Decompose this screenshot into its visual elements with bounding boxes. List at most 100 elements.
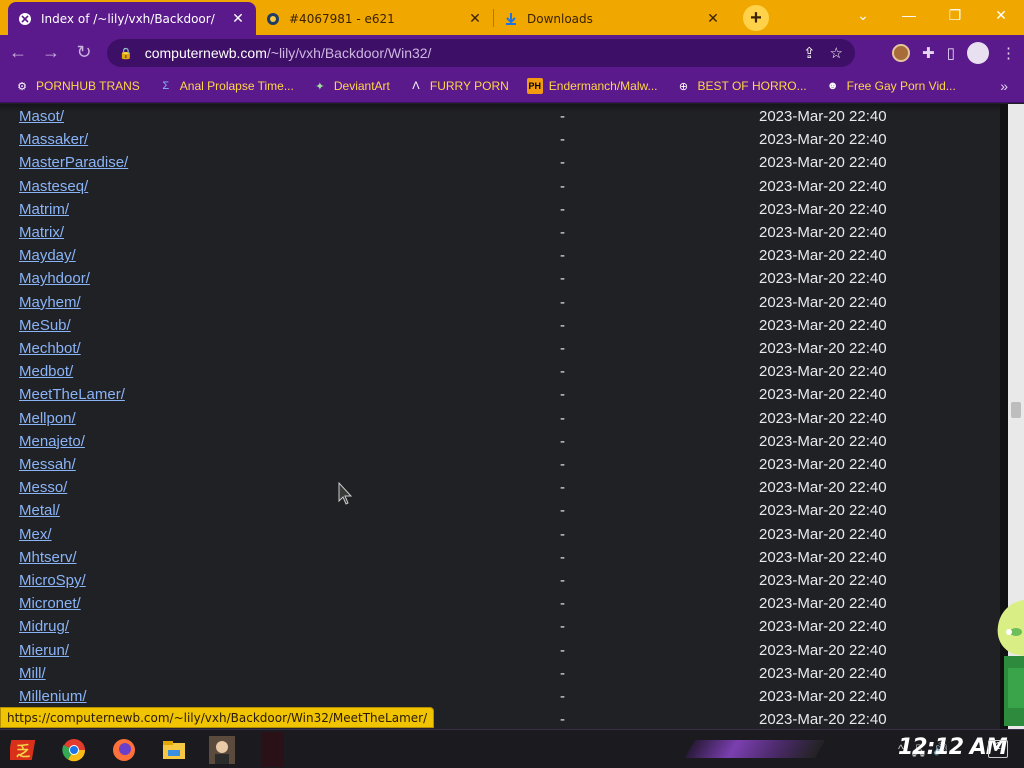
file-explorer-icon[interactable] xyxy=(158,734,190,766)
browser-toolbar: ← → ↻ 🔒 computernewb.com/~lily/vxh/Backd… xyxy=(0,35,1024,70)
extension-avatar-icon[interactable] xyxy=(892,44,911,62)
tab-e621[interactable]: #4067981 - e621 ✕ xyxy=(256,2,493,35)
new-tab-button[interactable]: + xyxy=(743,5,769,31)
tab-search-icon[interactable]: ⌄ xyxy=(840,0,886,30)
directory-link[interactable]: MicroSpy/ xyxy=(19,572,86,589)
bookmark-label: PORNHUB TRANS xyxy=(36,79,140,93)
globe-icon: ⊕ xyxy=(678,80,689,93)
close-window-icon[interactable]: ✕ xyxy=(978,0,1024,30)
directory-link[interactable]: Menajeto/ xyxy=(19,433,85,450)
size-cell: - xyxy=(560,316,565,334)
directory-link[interactable]: Mellpon/ xyxy=(19,410,76,427)
window-controls: ⌄ — ❐ ✕ xyxy=(840,0,1024,30)
directory-link[interactable]: Messah/ xyxy=(19,456,76,473)
directory-link[interactable]: Mill/ xyxy=(19,665,46,682)
firefox-icon[interactable] xyxy=(108,734,140,766)
size-cell: - xyxy=(560,340,565,357)
tab-downloads[interactable]: Downloads ✕ xyxy=(494,2,731,35)
size-cell: - xyxy=(560,502,565,520)
directory-link[interactable]: MeetTheLamer/ xyxy=(19,386,125,403)
directory-link[interactable]: Masot/ xyxy=(19,108,64,125)
size-cell: - xyxy=(560,154,565,172)
bookmark-label: FURRY PORN xyxy=(429,79,509,93)
close-icon[interactable]: ✕ xyxy=(467,11,483,27)
bookmark-star-icon[interactable]: ☆ xyxy=(830,44,843,62)
directory-link[interactable]: Mechbot/ xyxy=(19,340,81,357)
close-icon[interactable]: ✕ xyxy=(230,11,246,27)
menu-kebab-icon[interactable]: ⋮ xyxy=(1001,44,1016,62)
bookmarks-bar: ⚙ PORNHUB TRANS Σ Anal Prolapse Time... ✦ D… xyxy=(0,70,1024,103)
directory-link[interactable]: Mayhdoor/ xyxy=(19,270,90,287)
lock-icon[interactable]: 🔒 xyxy=(119,47,133,60)
directory-link[interactable]: Midrug/ xyxy=(19,618,69,635)
directory-link[interactable]: Medbot/ xyxy=(19,363,73,380)
directory-link[interactable]: Matrix/ xyxy=(19,224,64,241)
directory-link[interactable]: Masteseq/ xyxy=(19,178,88,195)
notification-icon[interactable]: 1 xyxy=(988,740,1008,758)
extensions-puzzle-icon[interactable]: ✚ xyxy=(922,44,935,62)
gear-icon: ⚙ xyxy=(17,80,27,93)
taskbar-decoration xyxy=(684,740,826,758)
side-panel-icon[interactable]: ▯ xyxy=(947,44,955,62)
size-cell: - xyxy=(560,479,565,497)
table-row: Masot/ - 2023-Mar-20 22:40 xyxy=(0,106,1000,129)
size-cell: - xyxy=(560,641,565,659)
start-button[interactable]: 乏 xyxy=(8,734,40,766)
size-cell: - xyxy=(560,595,565,613)
directory-link[interactable]: MeSub/ xyxy=(19,317,71,334)
deviantart-icon: ✦ xyxy=(315,80,325,93)
e621-icon xyxy=(266,12,280,26)
restore-icon[interactable]: ❐ xyxy=(932,0,978,30)
bookmark-label: Free Gay Porn Vid... xyxy=(846,79,956,93)
table-row: MeSub/ - 2023-Mar-20 22:40 xyxy=(0,315,1000,338)
table-row: Messah/ - 2023-Mar-20 22:40 xyxy=(0,454,1000,477)
chevron-more-icon[interactable]: » xyxy=(1000,78,1008,94)
table-row: Mex/ - 2023-Mar-20 22:40 xyxy=(0,524,1000,547)
table-row: Micronet/ - 2023-Mar-20 22:40 xyxy=(0,593,1000,616)
bookmark-item[interactable]: ☻ Free Gay Porn Vid... xyxy=(825,78,956,94)
date-cell: 2023-Mar-20 22:40 xyxy=(759,456,887,473)
directory-link[interactable]: Millenium/ xyxy=(19,688,87,705)
taskbar: 乏 ^ 🖧 🔊 12:12 AM 1 xyxy=(0,729,1024,768)
size-cell: - xyxy=(560,456,565,473)
directory-link[interactable]: Mierun/ xyxy=(19,642,69,659)
chrome-icon[interactable] xyxy=(58,734,90,766)
size-cell: - xyxy=(560,131,565,149)
date-cell: 2023-Mar-20 22:40 xyxy=(759,363,887,381)
directory-link[interactable]: Mayday/ xyxy=(19,247,76,264)
tab-index-backdoor[interactable]: Index of /~lily/vxh/Backdoor/ ✕ xyxy=(8,2,256,35)
directory-link[interactable]: Matrim/ xyxy=(19,201,69,218)
scroll-thumb[interactable] xyxy=(1011,402,1021,418)
directory-link[interactable]: Micronet/ xyxy=(19,595,81,612)
bookmark-item[interactable]: ⊕ BEST OF HORRO... xyxy=(676,78,807,94)
bookmark-item[interactable]: Λ FURRY PORN xyxy=(408,78,509,94)
date-cell: 2023-Mar-20 22:40 xyxy=(759,177,887,195)
date-cell: 2023-Mar-20 22:40 xyxy=(759,688,887,705)
directory-link[interactable]: Mex/ xyxy=(19,526,52,543)
bookmark-item[interactable]: ✦ DeviantArt xyxy=(312,78,390,94)
share-icon[interactable]: ⇪ xyxy=(803,44,816,62)
bookmark-item[interactable]: ⚙ PORNHUB TRANS xyxy=(14,78,140,94)
bookmark-item[interactable]: Σ Anal Prolapse Time... xyxy=(158,78,293,94)
forward-icon[interactable]: → xyxy=(36,38,66,68)
table-row: Mayday/ - 2023-Mar-20 22:40 xyxy=(0,245,1000,268)
directory-link[interactable]: Massaker/ xyxy=(19,131,88,148)
directory-link[interactable]: Messo/ xyxy=(19,479,67,496)
reload-icon[interactable]: ↻ xyxy=(69,38,99,68)
profile-avatar[interactable] xyxy=(967,42,989,64)
directory-link[interactable]: Metal/ xyxy=(19,502,60,519)
table-row: Mhtserv/ - 2023-Mar-20 22:40 xyxy=(0,547,1000,570)
date-cell: 2023-Mar-20 22:40 xyxy=(759,525,887,543)
back-icon[interactable]: ← xyxy=(3,38,33,68)
directory-link[interactable]: MasterParadise/ xyxy=(19,154,128,171)
date-cell: 2023-Mar-20 22:40 xyxy=(759,131,887,149)
minimize-icon[interactable]: — xyxy=(886,0,932,30)
bookmark-item[interactable]: PH Endermanch/Malw... xyxy=(526,78,658,94)
date-cell: 2023-Mar-20 22:40 xyxy=(759,386,887,404)
portrait-app-icon[interactable] xyxy=(206,734,238,766)
directory-link[interactable]: Mayhem/ xyxy=(19,294,81,311)
date-cell: 2023-Mar-20 22:40 xyxy=(759,340,887,357)
address-bar[interactable]: 🔒 computernewb.com/~lily/vxh/Backdoor/Wi… xyxy=(107,39,855,67)
close-icon[interactable]: ✕ xyxy=(705,11,721,27)
directory-link[interactable]: Mhtserv/ xyxy=(19,549,77,566)
